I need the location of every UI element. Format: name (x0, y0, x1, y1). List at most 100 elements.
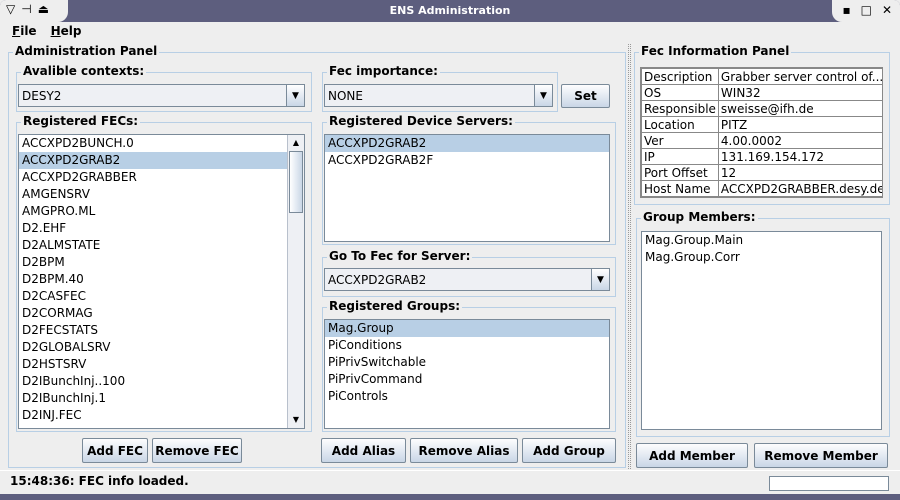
info-key[interactable]: Description (641, 68, 719, 85)
window-menu-icon[interactable]: ▽ (6, 2, 15, 20)
info-value[interactable]: ACCXPD2GRABBER.desy.de (717, 180, 882, 197)
menu-bar: File Help (0, 22, 900, 41)
info-row: IP 131.169.154.172 (641, 148, 882, 165)
fecs-label: Registered FECs: (21, 114, 141, 128)
info-key[interactable]: Port Offset (641, 164, 719, 181)
pin-icon[interactable]: ⊣ (21, 2, 31, 20)
device-servers-label: Registered Device Servers: (327, 114, 515, 128)
list-item[interactable]: ACCXPD2GRAB2 (325, 135, 609, 152)
info-value[interactable]: WIN32 (717, 84, 882, 101)
importance-value: NONE (328, 88, 363, 103)
info-value[interactable]: 4.00.0002 (717, 132, 882, 149)
info-key[interactable]: Location (641, 116, 719, 133)
list-item[interactable]: D2CORMAG (19, 305, 288, 322)
fec-info-panel-title: Fec Information Panel (639, 44, 792, 58)
close-icon[interactable]: ✕ (882, 3, 892, 19)
add-member-button[interactable]: Add Member (636, 443, 748, 468)
list-item[interactable]: D2ALMSTATE (19, 237, 288, 254)
add-alias-button[interactable]: Add Alias (321, 438, 406, 463)
list-item[interactable]: D2BPM (19, 254, 288, 271)
administration-panel-title: Administration Panel (13, 44, 160, 58)
status-text: 15:48:36: FEC info loaded. (10, 474, 189, 488)
info-row: Ver 4.00.0002 (641, 132, 882, 149)
fecs-list[interactable]: ACCXPD2BUNCH.0 ACCXPD2GRAB2 ACCXPD2GRABBER… (18, 134, 305, 429)
info-value[interactable]: 131.169.154.172 (717, 148, 882, 165)
groups-label: Registered Groups: (327, 299, 463, 313)
list-item[interactable]: ACCXPD2GRABBER (19, 169, 288, 186)
list-item[interactable]: ACCXPD2GRAB2F (325, 152, 609, 169)
info-key[interactable]: Responsible (641, 100, 719, 117)
contexts-combo[interactable]: DESY2 ▼ (18, 84, 305, 107)
window-title: ENS Administration (389, 4, 511, 17)
info-value[interactable]: PITZ (717, 116, 882, 133)
info-key[interactable]: Host Name (641, 180, 719, 197)
list-item[interactable]: D2GLOBALSRV (19, 339, 288, 356)
fecs-scrollbar[interactable]: ▲ ▼ (287, 135, 304, 428)
goto-fec-value: ACCXPD2GRAB2 (328, 272, 427, 287)
info-row: Host Name ACCXPD2GRABBER.desy.de (641, 180, 882, 197)
importance-label: Fec importance: (327, 64, 440, 78)
list-item[interactable]: D2HSTSRV (19, 356, 288, 373)
list-item[interactable]: PiPrivCommand (325, 371, 609, 388)
list-item[interactable]: Mag.Group.Main (642, 232, 881, 249)
remove-member-button[interactable]: Remove Member (754, 443, 888, 468)
info-row: Port Offset 12 (641, 164, 882, 181)
maximize-icon[interactable]: □ (861, 3, 872, 19)
info-row: OS WIN32 (641, 84, 882, 101)
list-item[interactable]: Mag.Group.Corr (642, 249, 881, 266)
contexts-value: DESY2 (22, 88, 62, 103)
info-value[interactable]: 12 (717, 164, 882, 181)
contexts-label: Avalible contexts: (21, 64, 147, 78)
minimize-icon[interactable]: ▪ (842, 3, 850, 19)
window-controls: ▪ □ ✕ (832, 0, 900, 22)
info-key[interactable]: IP (641, 148, 719, 165)
chevron-down-icon[interactable]: ▼ (534, 85, 552, 106)
split-divider[interactable] (628, 44, 631, 469)
list-item[interactable]: D2BPM.40 (19, 271, 288, 288)
info-key[interactable]: Ver (641, 132, 719, 149)
list-item[interactable]: D2.EHF (19, 220, 288, 237)
device-servers-list[interactable]: ACCXPD2GRAB2 ACCXPD2GRAB2F (324, 134, 610, 242)
list-item[interactable]: D2IBunchInj.1 (19, 390, 288, 407)
list-item[interactable]: PiControls (325, 388, 609, 405)
list-item[interactable]: PiConditions (325, 337, 609, 354)
fec-info-table: Description Grabber server control of... O… (640, 67, 883, 198)
remove-alias-button[interactable]: Remove Alias (410, 438, 518, 463)
list-item[interactable]: Mag.Group (325, 320, 609, 337)
info-row: Description Grabber server control of... (641, 68, 882, 85)
info-value[interactable]: sweisse@ifh.de (717, 100, 882, 117)
group-members-label: Group Members: (641, 210, 758, 224)
info-row: Location PITZ (641, 116, 882, 133)
chevron-down-icon[interactable]: ▼ (286, 85, 304, 106)
groups-list[interactable]: Mag.Group PiConditions PiPrivSwitchable PiP… (324, 319, 610, 429)
list-item[interactable]: D2INJ.FEC (19, 407, 288, 424)
list-item[interactable]: D2CASFEC (19, 288, 288, 305)
importance-combo[interactable]: NONE ▼ (324, 84, 553, 107)
list-item[interactable]: D2FECSTATS (19, 322, 288, 339)
list-item[interactable]: ACCXPD2BUNCH.0 (19, 135, 288, 152)
list-item[interactable]: ACCXPD2GRAB2 (19, 152, 288, 169)
shade-icon[interactable]: ⏏ (38, 2, 49, 20)
progress-bar (769, 476, 889, 491)
list-item[interactable]: PiPrivSwitchable (325, 354, 609, 371)
list-item[interactable]: AMGPRO.ML (19, 203, 288, 220)
goto-fec-label: Go To Fec for Server: (327, 249, 473, 263)
group-members-list[interactable]: Mag.Group.Main Mag.Group.Corr (641, 231, 882, 430)
scroll-up-icon[interactable]: ▲ (288, 135, 304, 151)
chevron-down-icon[interactable]: ▼ (591, 269, 609, 290)
goto-fec-combo[interactable]: ACCXPD2GRAB2 ▼ (324, 268, 610, 291)
remove-fec-button[interactable]: Remove FEC (152, 438, 242, 463)
add-group-button[interactable]: Add Group (522, 438, 616, 463)
add-fec-button[interactable]: Add FEC (82, 438, 148, 463)
info-value[interactable]: Grabber server control of... (717, 68, 882, 85)
set-button[interactable]: Set (561, 84, 610, 108)
info-row: Responsible sweisse@ifh.de (641, 100, 882, 117)
menu-file[interactable]: File (12, 24, 37, 39)
info-key[interactable]: OS (641, 84, 719, 101)
list-item[interactable]: AMGENSRV (19, 186, 288, 203)
scroll-down-icon[interactable]: ▼ (288, 412, 304, 428)
menu-help[interactable]: Help (51, 24, 82, 39)
window-bottom-border (0, 494, 900, 500)
list-item[interactable]: D2IBunchInj..100 (19, 373, 288, 390)
scrollbar-thumb[interactable] (289, 151, 303, 213)
